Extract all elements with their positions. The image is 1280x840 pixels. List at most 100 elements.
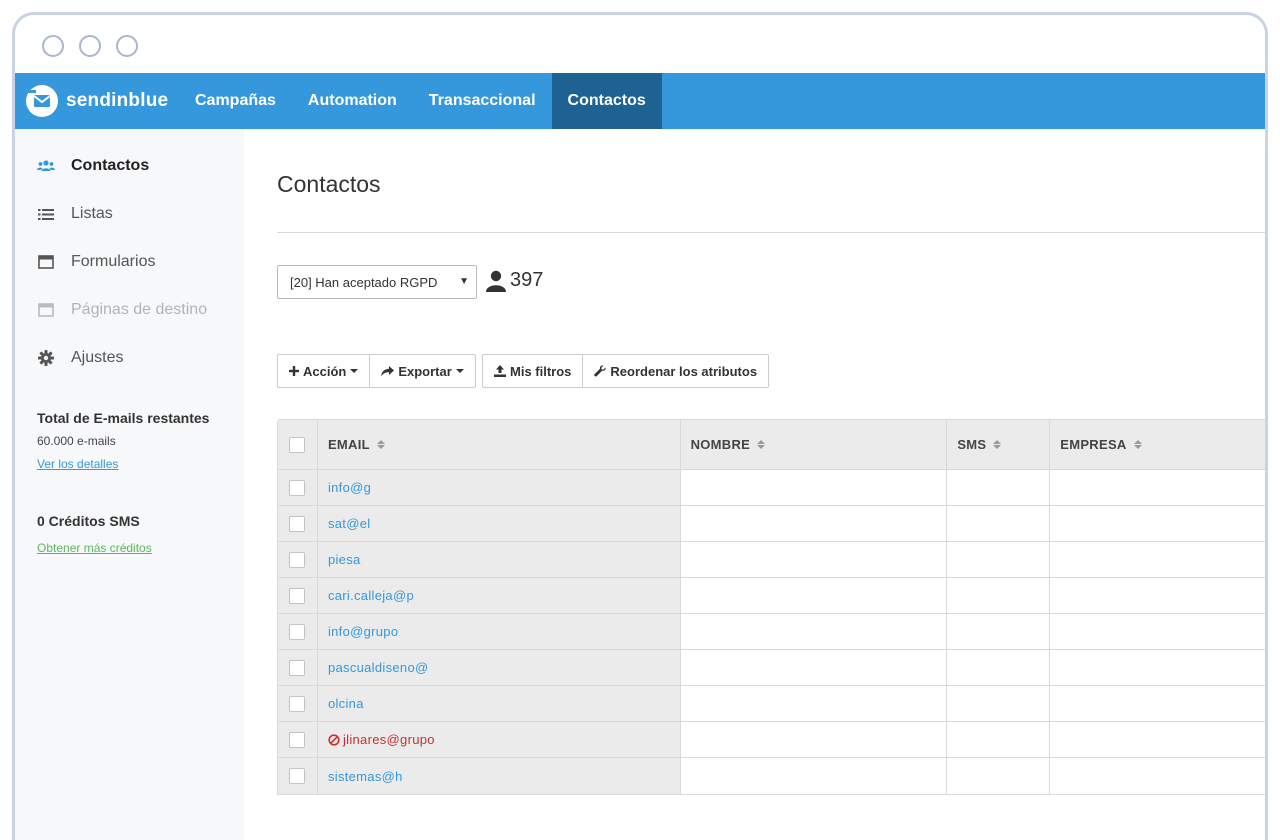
email-cell: sistemas@h (317, 758, 681, 794)
action-button-group: Acción Exportar (277, 354, 476, 388)
select-all-cell (278, 420, 318, 469)
email-text: pascualdiseno@ (327, 660, 429, 675)
window-close-dot[interactable] (42, 35, 64, 57)
email-link[interactable]: pascualdiseno@ (328, 660, 429, 675)
list-icon (37, 205, 55, 223)
sidebar-item-ajustes[interactable]: Ajustes (15, 334, 244, 382)
column-header-label: NOMBRE (690, 437, 751, 452)
nombre-cell (681, 542, 948, 577)
row-checkbox[interactable] (289, 587, 306, 604)
email-link[interactable]: olcina (328, 696, 364, 711)
email-credits: Total de E-mails restantes 60.000 e-mail… (15, 410, 244, 473)
upload-icon (494, 365, 506, 377)
row-checkbox-cell (278, 578, 318, 613)
column-header-sms[interactable]: SMS (947, 420, 1051, 469)
email-link[interactable]: info@grupo (328, 624, 398, 639)
email-link[interactable]: info@g (328, 480, 371, 495)
brand[interactable]: sendinblue (15, 73, 179, 129)
sidebar-item-contactos[interactable]: Contactos (15, 142, 244, 190)
email-text: cari.calleja@p (327, 588, 414, 603)
row-checkbox-cell (278, 650, 318, 685)
exportar-button[interactable]: Exportar (370, 354, 476, 388)
row-checkbox[interactable] (289, 623, 306, 640)
sms-cell (947, 758, 1051, 794)
sidebar-item-label: Páginas de destino (71, 301, 208, 318)
row-checkbox-cell (278, 506, 318, 541)
sms-cell (947, 614, 1051, 649)
row-checkbox-cell (278, 542, 318, 577)
sidebar-item-label: Formularios (71, 253, 156, 270)
landing-page-icon (37, 301, 55, 319)
browser-window: sendinblue Campañas Automation Transacci… (12, 12, 1268, 840)
empresa-cell (1050, 578, 1265, 613)
row-checkbox[interactable] (289, 479, 306, 496)
nav-campanas[interactable]: Campañas (179, 73, 292, 129)
table-row: piesa (278, 542, 1265, 578)
wrench-icon (594, 365, 607, 377)
row-checkbox-cell (278, 470, 318, 505)
sms-cell (947, 506, 1051, 541)
row-checkbox[interactable] (289, 695, 306, 712)
gear-icon (37, 349, 55, 367)
email-link[interactable]: jlinares@grupo (328, 732, 435, 747)
accion-button[interactable]: Acción (277, 354, 371, 388)
email-link[interactable]: sistemas@h (328, 769, 403, 784)
filter-button-group: Mis filtros Reordenar los atributos (482, 354, 770, 388)
nav-contactos[interactable]: Contactos (551, 73, 662, 129)
nombre-cell (681, 578, 948, 613)
mis-filtros-button[interactable]: Mis filtros (482, 354, 584, 388)
empresa-cell (1050, 722, 1265, 757)
contact-count: 397 (486, 269, 543, 292)
row-checkbox-cell (278, 758, 318, 794)
row-checkbox-cell (278, 722, 318, 757)
sidebar-item-formularios[interactable]: Formularios (15, 238, 244, 286)
row-checkbox[interactable] (289, 659, 306, 676)
empresa-cell (1050, 686, 1265, 721)
obtener-creditos-link[interactable]: Obtener más créditos (37, 541, 152, 555)
email-text: jlinares@grupo (342, 732, 435, 747)
main-content: Contactos [20] Han aceptado RGPD ▼ 397 A… (244, 129, 1265, 840)
column-header-email[interactable]: EMAIL (317, 420, 681, 469)
empresa-cell (1050, 758, 1265, 794)
column-header-label: SMS (957, 437, 987, 452)
row-checkbox[interactable] (289, 551, 306, 568)
accion-label: Acción (303, 363, 347, 379)
nombre-cell (681, 506, 948, 541)
sms-cell (947, 542, 1051, 577)
window-titlebar (15, 15, 1265, 73)
sidebar-item-listas[interactable]: Listas (15, 190, 244, 238)
ver-detalles-link[interactable]: Ver los detalles (37, 457, 118, 471)
brand-name: sendinblue (66, 90, 169, 111)
select-all-checkbox[interactable] (289, 436, 306, 453)
contact-count-value: 397 (510, 269, 544, 291)
sms-cell (947, 722, 1051, 757)
list-select[interactable]: [20] Han aceptado RGPD ▼ (277, 265, 477, 299)
column-header-nombre[interactable]: NOMBRE (681, 420, 948, 469)
reordenar-label: Reordenar los atributos (610, 363, 758, 379)
sms-cell (947, 470, 1051, 505)
email-text: sat@el (327, 516, 371, 531)
sms-credits-title: 0 Créditos SMS (37, 513, 140, 529)
row-checkbox[interactable] (289, 731, 306, 748)
blocked-icon (328, 733, 340, 746)
email-link[interactable]: sat@el (328, 516, 370, 531)
select-caret-icon: ▼ (459, 276, 469, 287)
caret-down-icon (350, 369, 359, 373)
row-checkbox[interactable] (289, 515, 306, 532)
window-minimize-dot[interactable] (79, 35, 101, 57)
nav-transaccional[interactable]: Transaccional (413, 73, 552, 129)
empresa-cell (1050, 542, 1265, 577)
row-checkbox[interactable] (289, 768, 306, 784)
email-cell: cari.calleja@p (317, 578, 681, 613)
table-row: olcina (278, 686, 1265, 722)
email-link[interactable]: cari.calleja@p (328, 588, 414, 603)
nav-automation[interactable]: Automation (292, 73, 413, 129)
email-link[interactable]: piesa (328, 552, 361, 567)
column-header-label: EMPRESA (1060, 437, 1127, 452)
reordenar-button[interactable]: Reordenar los atributos (583, 354, 770, 388)
email-cell: jlinares@grupo (317, 722, 681, 757)
window-maximize-dot[interactable] (116, 35, 138, 57)
share-arrow-icon (381, 365, 395, 377)
caret-down-icon (455, 369, 464, 373)
column-header-empresa[interactable]: EMPRESA (1050, 420, 1265, 469)
